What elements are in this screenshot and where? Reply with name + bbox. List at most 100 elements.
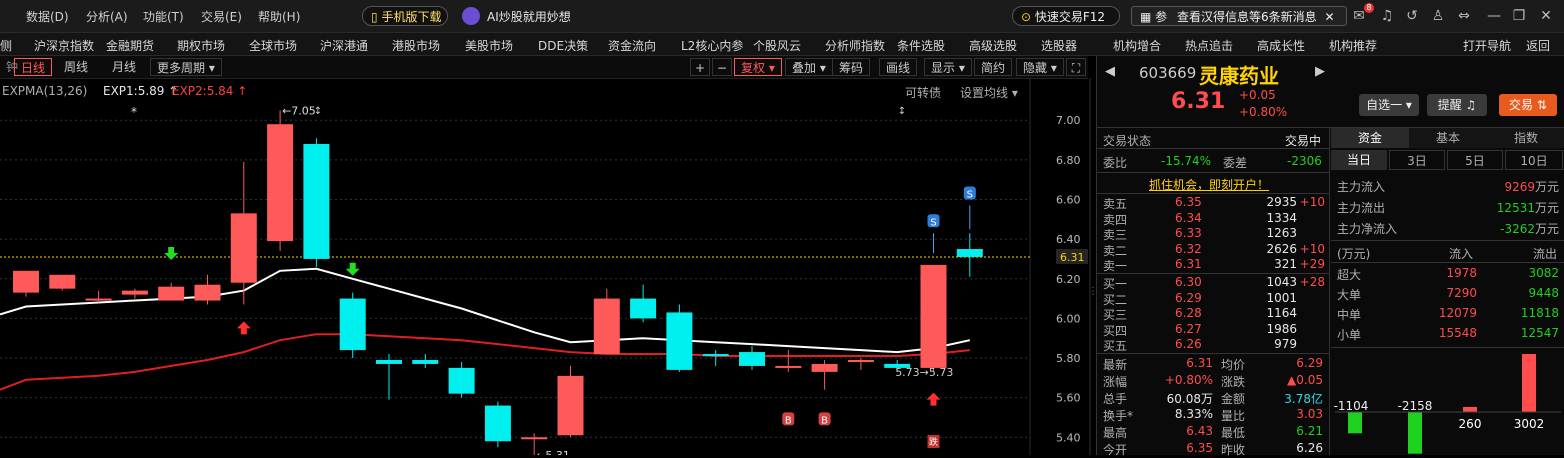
menu-trade[interactable]: 交易(E) (201, 8, 242, 25)
fund-row-in: 7290 (1446, 286, 1477, 300)
fullscreen-icon[interactable]: ⇔ (1456, 8, 1472, 24)
trade-button[interactable]: 交易 ⇅ (1499, 94, 1557, 116)
menu-function[interactable]: 功能(T) (143, 8, 184, 25)
fund-bar-label: -1104 (1334, 399, 1369, 413)
stat-label: 换手* (1103, 409, 1134, 423)
prev-stock-icon[interactable]: ◀ (1105, 64, 1115, 79)
period-10d[interactable]: 10日 (1505, 150, 1563, 170)
chips-button[interactable]: 筹码 (832, 58, 871, 76)
back-link[interactable]: 返回 (1526, 37, 1550, 54)
adjust-dropdown[interactable]: 复权 ▾ (734, 58, 782, 76)
window-close-icon[interactable]: ✕ (1538, 8, 1554, 24)
phone-icon: ▯ (371, 10, 378, 24)
period-5d[interactable]: 5日 (1447, 150, 1503, 170)
nav-item[interactable]: L2核心内参 (681, 37, 743, 54)
stat-value: 60.08万 (1166, 392, 1213, 406)
ask-change: +29 (1299, 257, 1325, 271)
candle-body (412, 359, 439, 364)
tab-index[interactable]: 指数 (1487, 128, 1564, 148)
divider (1097, 353, 1329, 354)
nav-item[interactable]: 机构推荐 (1329, 37, 1377, 54)
display-dropdown[interactable]: 显示 ▾ (924, 58, 972, 76)
stock-code: 603669 (1139, 64, 1197, 82)
nav-item[interactable]: 高级选股 (969, 37, 1017, 54)
next-stock-icon[interactable]: ▶ (1315, 64, 1325, 79)
stat-label: 量比 (1221, 409, 1246, 423)
open-navigation-link[interactable]: 打开导航 (1463, 37, 1511, 54)
bid-level-label: 买五 (1103, 339, 1128, 353)
nav-item[interactable]: DDE决策 (538, 37, 588, 54)
hide-dropdown[interactable]: 隐藏 ▾ (1016, 58, 1064, 76)
fund-table-out-header: 流出 (1533, 247, 1558, 261)
watchlist-button[interactable]: 自选一 ▾ (1359, 94, 1419, 116)
tab-monthly[interactable]: 月线 (106, 58, 142, 76)
sell-marker: S (930, 217, 936, 228)
candle-body (194, 284, 221, 301)
nav-item[interactable]: 金融期货 (106, 37, 154, 54)
skin-icon[interactable]: ♙ (1430, 8, 1446, 24)
tab-fund[interactable]: 资金 (1331, 128, 1409, 148)
nav-item[interactable]: 资金流向 (608, 37, 656, 54)
display-label: 显示 (931, 61, 956, 75)
nav-item[interactable]: 沪深港通 (320, 37, 368, 54)
stat-value: 6.35 (1186, 441, 1213, 455)
refresh-icon[interactable]: ↺ (1404, 8, 1420, 24)
zoom-out-button[interactable]: − (712, 58, 732, 76)
nav-item[interactable]: 港股市场 (392, 37, 440, 54)
menu-data[interactable]: 数据(D) (26, 8, 69, 25)
ask-price: 6.35 (1175, 195, 1202, 209)
ai-robot-icon[interactable] (462, 7, 480, 25)
y-tick-label: 5.80 (1056, 352, 1081, 365)
mobile-download-button[interactable]: ▯ 手机版下载 (362, 6, 448, 26)
y-tick-label: 6.60 (1056, 193, 1081, 206)
nav-item[interactable]: 选股器 (1041, 37, 1077, 54)
close-icon[interactable]: ✕ (1324, 10, 1334, 24)
candlestick-chart[interactable]: 7.00 6.80 6.60 6.40 6.20 6.00 5.80 5.60 5.40 6.31… (0, 78, 1094, 455)
menu-analysis[interactable]: 分析(A) (86, 8, 128, 25)
period-3d[interactable]: 3日 (1389, 150, 1445, 170)
y-tick-label: 6.40 (1056, 233, 1081, 246)
period-today[interactable]: 当日 (1331, 150, 1387, 170)
divider (1097, 193, 1329, 194)
quick-trade-button[interactable]: ⊙ 快速交易F12 (1012, 6, 1120, 26)
open-account-link[interactable]: 抓住机会，即刻开户！ (1149, 176, 1269, 193)
simple-button[interactable]: 简约 (974, 58, 1013, 76)
candle-body (920, 264, 947, 368)
bell-icon[interactable]: ♫ (1379, 8, 1395, 24)
divider (1097, 273, 1329, 274)
stat-label: 涨幅 (1103, 375, 1128, 389)
nav-item[interactable]: 分析师指数 (825, 37, 885, 54)
menu-help[interactable]: 帮助(H) (258, 8, 300, 25)
draw-button[interactable]: 画线 (879, 58, 918, 76)
expand-icon[interactable]: ⛶ (1066, 58, 1086, 76)
divider (1331, 240, 1564, 241)
nav-item[interactable]: 条件选股 (897, 37, 945, 54)
nav-item[interactable]: 美股市场 (465, 37, 513, 54)
y-tick-label: 5.60 (1056, 392, 1081, 405)
tab-daily[interactable]: 日线 (14, 58, 53, 76)
restore-icon[interactable]: ❐ (1511, 8, 1527, 24)
nav-item[interactable]: 个股风云 (753, 37, 801, 54)
tab-basic[interactable]: 基本 (1409, 128, 1487, 148)
quote-panel: ◀ 603669 灵康药业 ▶ 6.31 +0.05 +0.80% 自选一 ▾ … (1096, 56, 1564, 457)
watchlist-label: 自选一 (1366, 98, 1403, 112)
trade-icon: ⊙ (1021, 10, 1032, 24)
overlay-dropdown[interactable]: 叠加 ▾ (785, 58, 833, 76)
tab-weekly[interactable]: 周线 (58, 58, 94, 76)
nav-item[interactable]: 沪深京指数 (34, 37, 94, 54)
updown-marker: ↕ (314, 106, 322, 117)
main-in-label: 主力流入 (1337, 180, 1386, 194)
ai-promo-link[interactable]: AI炒股就用妙想 (487, 8, 571, 25)
nav-item[interactable]: 热点追击 (1185, 37, 1233, 54)
zoom-in-button[interactable]: + (690, 58, 710, 76)
stat-label: 今开 (1103, 443, 1128, 457)
nav-item[interactable]: 机构增合 (1113, 37, 1161, 54)
minimize-icon[interactable]: — (1486, 8, 1502, 24)
nav-item[interactable]: 高成长性 (1257, 37, 1305, 54)
alert-button[interactable]: 提醒 ♫ (1427, 94, 1487, 116)
nav-item[interactable]: 全球市场 (249, 37, 297, 54)
more-period-dropdown[interactable]: 更多周期 ▾ (150, 58, 222, 76)
news-notification[interactable]: ▦ 参 查看汉得信息等6条新消息 ✕ (1131, 6, 1347, 26)
nav-item[interactable]: 期权市场 (177, 37, 225, 54)
fund-row-in: 12079 (1438, 306, 1477, 320)
